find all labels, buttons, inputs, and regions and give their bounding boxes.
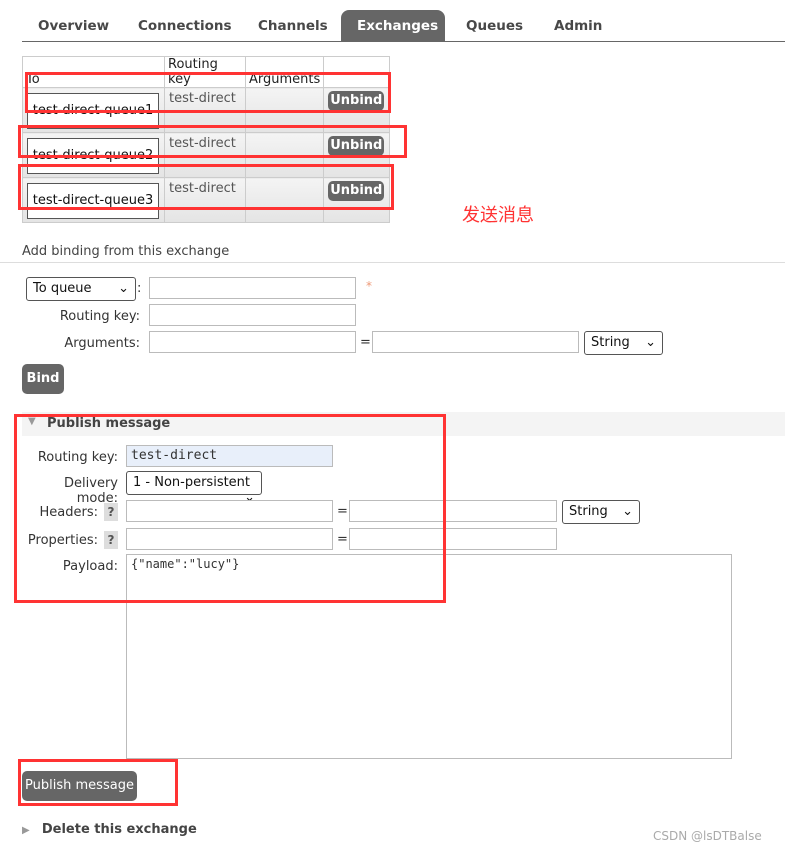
- triangle-right-icon: ▶: [22, 825, 30, 836]
- highlight-box: [14, 414, 446, 603]
- binding-routing-key-input[interactable]: [149, 304, 356, 326]
- tab-admin[interactable]: Admin: [538, 10, 618, 42]
- highlight-box: [18, 164, 394, 210]
- destination-type-select[interactable]: To queue ⌄: [26, 277, 136, 301]
- routing-key-label: Routing key:: [59, 309, 140, 324]
- delete-section-header[interactable]: ▶ Delete this exchange: [22, 822, 197, 837]
- argument-type-select[interactable]: String ⌄: [584, 331, 663, 355]
- chevron-down-icon: ⌄: [645, 335, 656, 350]
- tab-connections[interactable]: Connections: [122, 10, 248, 42]
- add-binding-title: Add binding from this exchange: [22, 244, 230, 259]
- watermark: CSDN @lsDTBalse: [653, 829, 762, 843]
- arguments-label: Arguments:: [64, 336, 140, 351]
- annotation-text: 发送消息: [462, 205, 534, 226]
- header-type-select[interactable]: String ⌄: [562, 500, 640, 524]
- destination-input[interactable]: [149, 277, 356, 299]
- bind-button[interactable]: Bind: [22, 364, 64, 394]
- required-mark: *: [366, 279, 372, 293]
- tab-queues[interactable]: Queues: [450, 10, 539, 42]
- tab-overview[interactable]: Overview: [22, 10, 125, 42]
- highlight-box: [18, 125, 407, 158]
- nav-tabs: Overview Connections Channels Exchanges …: [22, 8, 785, 42]
- argument-value-input[interactable]: [372, 331, 579, 353]
- argument-key-input[interactable]: [149, 331, 356, 353]
- tab-exchanges[interactable]: Exchanges: [341, 10, 445, 42]
- tab-channels[interactable]: Channels: [242, 10, 344, 42]
- highlight-box: [18, 759, 178, 806]
- chevron-down-icon: ⌄: [118, 281, 129, 296]
- chevron-down-icon: ⌄: [622, 504, 633, 519]
- highlight-box: [25, 72, 391, 113]
